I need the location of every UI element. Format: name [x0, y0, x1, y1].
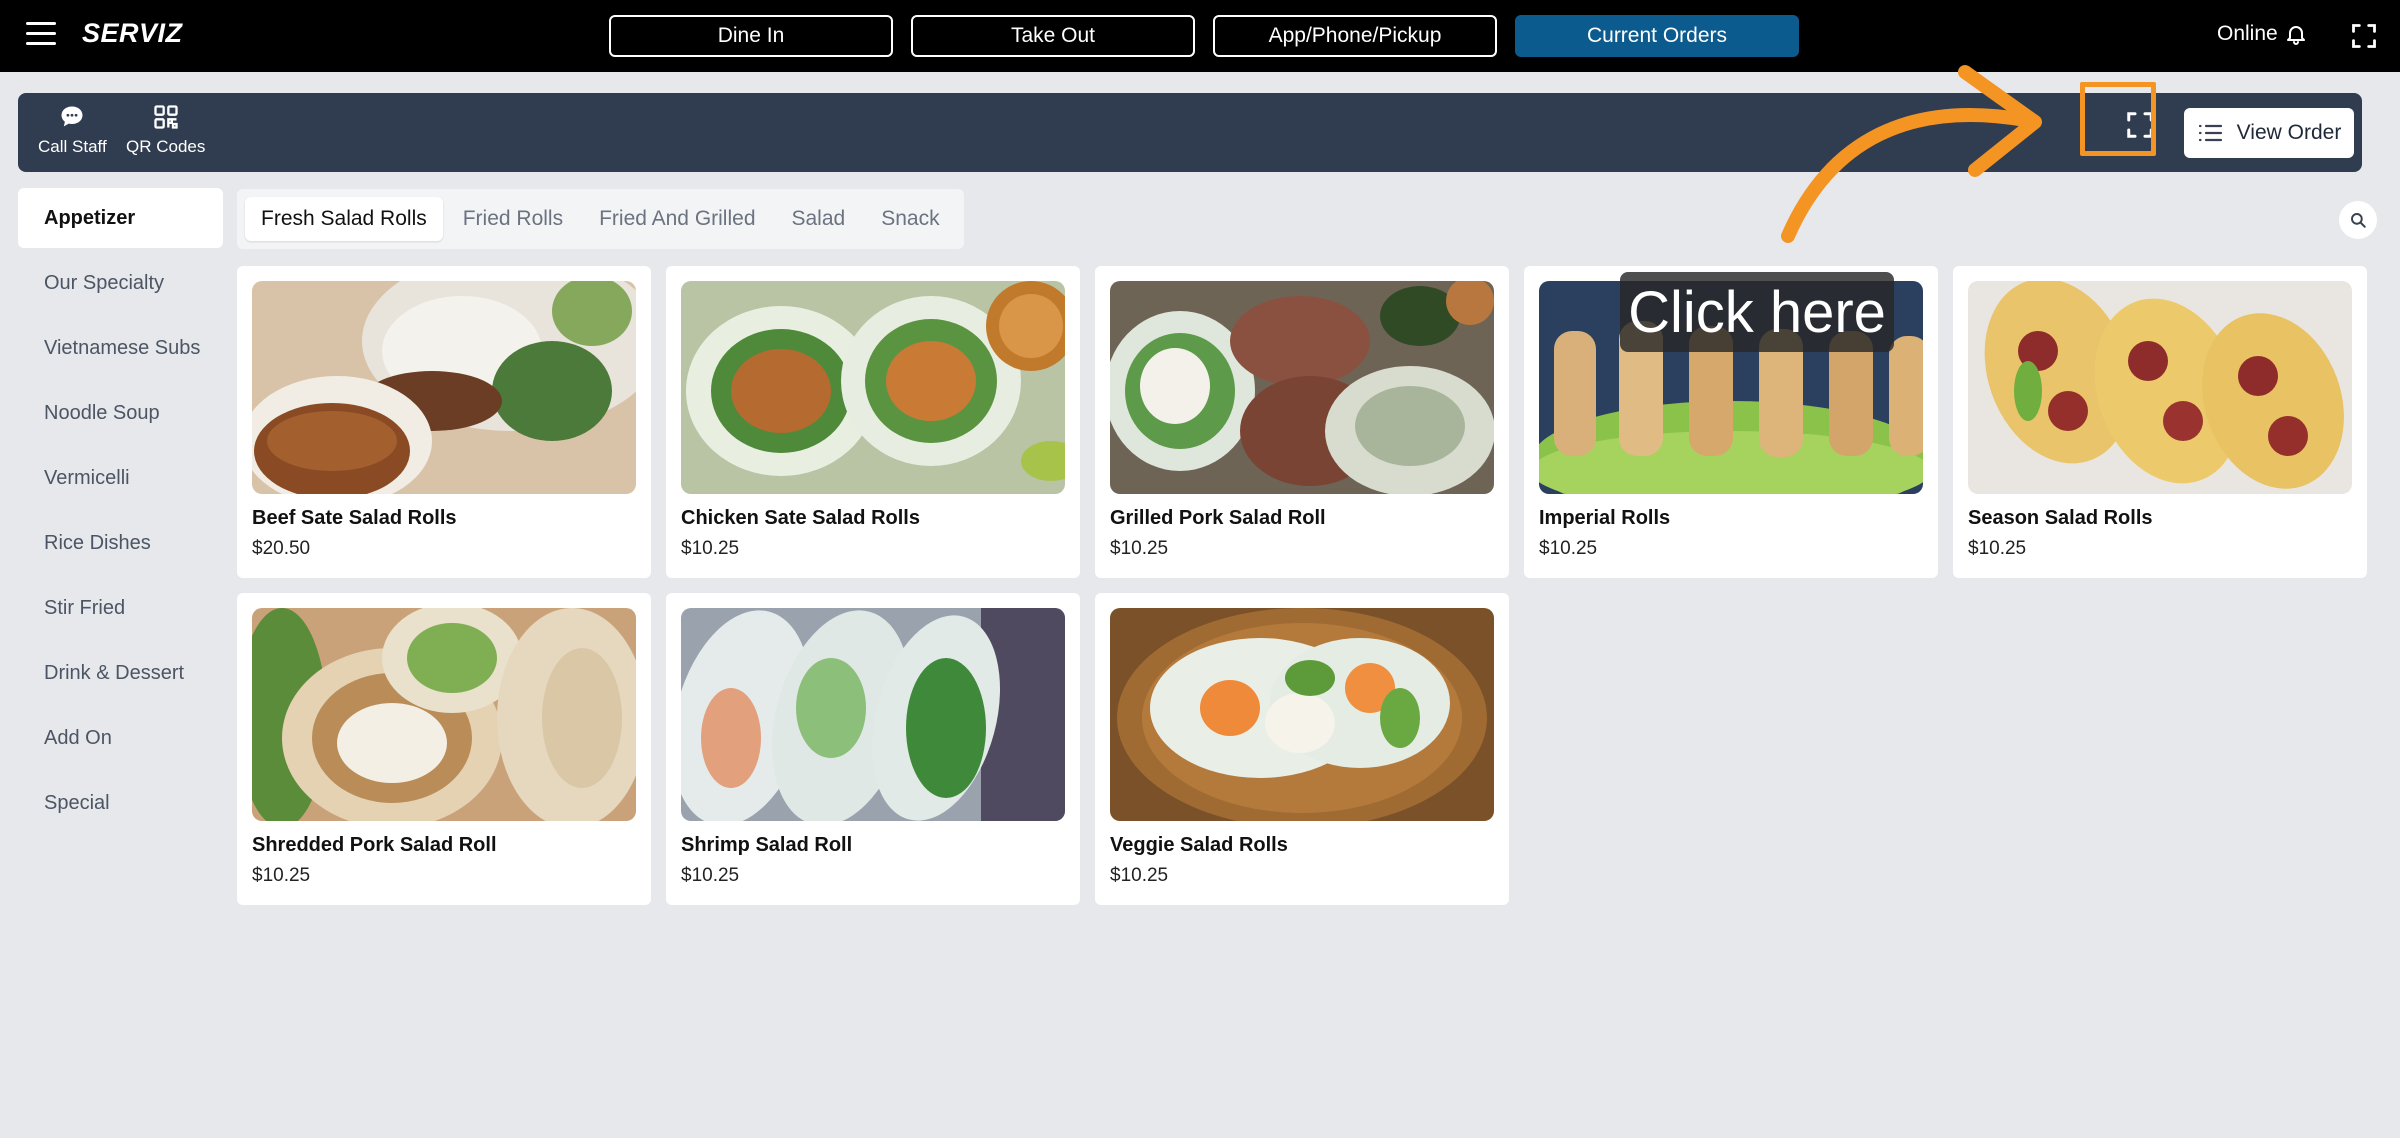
- category-sidebar: Appetizer Our Specialty Vietnamese Subs …: [18, 188, 223, 838]
- menu-item-name: Chicken Sate Salad Rolls: [681, 507, 920, 529]
- beef-sate-salad-rolls-photo: [252, 281, 636, 494]
- tab-salad[interactable]: Salad: [776, 197, 862, 241]
- tab-fresh-salad-rolls[interactable]: Fresh Salad Rolls: [245, 197, 443, 241]
- bell-icon: [2286, 26, 2305, 45]
- grilled-pork-salad-roll-photo: [1110, 281, 1494, 494]
- search-icon: [2351, 213, 2366, 228]
- menu-item-price: $10.25: [1539, 538, 1598, 559]
- list-icon: [2198, 124, 2222, 142]
- menu-item-card[interactable]: Beef Sate Salad Rolls $20.50: [237, 266, 651, 578]
- menu-item-price: $10.25: [681, 538, 740, 559]
- sidebar-item-vietnamese-subs[interactable]: Vietnamese Subs: [18, 318, 223, 378]
- menu-item-card[interactable]: Chicken Sate Salad Rolls $10.25: [666, 266, 1080, 578]
- menu-item-name: Season Salad Rolls: [1968, 507, 2153, 529]
- menu-item-name: Grilled Pork Salad Roll: [1110, 507, 1326, 529]
- menu-item-name: Imperial Rolls: [1539, 507, 1671, 529]
- menu-item-price: $10.25: [1968, 538, 2027, 559]
- tab-fried-and-grilled[interactable]: Fried And Grilled: [583, 197, 771, 241]
- menu-item-card[interactable]: Shredded Pork Salad Roll $10.25: [237, 593, 651, 905]
- call-staff-label: Call Staff: [38, 137, 107, 156]
- tab-fried-rolls[interactable]: Fried Rolls: [447, 197, 579, 241]
- view-order-label: View Order: [2236, 121, 2342, 144]
- menu-item-name: Shrimp Salad Roll: [681, 834, 853, 856]
- menu-icon[interactable]: [26, 22, 56, 48]
- qr-codes-button[interactable]: QR Codes: [126, 103, 205, 157]
- chat-bubble-icon: [61, 106, 83, 127]
- search-button[interactable]: [2339, 201, 2377, 239]
- chicken-sate-salad-rolls-photo: [681, 281, 1065, 494]
- menu-item-card[interactable]: Veggie Salad Rolls $10.25: [1095, 593, 1509, 905]
- menu-item-name: Shredded Pork Salad Roll: [252, 834, 497, 856]
- sidebar-item-rice-dishes[interactable]: Rice Dishes: [18, 513, 223, 573]
- app-phone-pickup-button[interactable]: App/Phone/Pickup: [1213, 15, 1497, 57]
- menu-item-price: $20.50: [252, 538, 311, 559]
- sidebar-item-appetizer[interactable]: Appetizer: [18, 188, 223, 248]
- shrimp-salad-roll-photo: [681, 608, 1065, 821]
- menu-item-name: Beef Sate Salad Rolls: [252, 507, 457, 529]
- online-status-label: Online: [2217, 22, 2278, 45]
- fullscreen-highlight-box: [2080, 82, 2156, 156]
- menu-item-price: $10.25: [252, 865, 311, 886]
- menu-item-price: $10.25: [681, 865, 740, 886]
- menu-item-price: $10.25: [1110, 865, 1169, 886]
- current-orders-button[interactable]: Current Orders: [1515, 15, 1799, 57]
- sidebar-item-noodle-soup[interactable]: Noodle Soup: [18, 383, 223, 443]
- tab-snack[interactable]: Snack: [865, 197, 955, 241]
- pointer-arrow: [1781, 65, 2042, 243]
- take-out-button[interactable]: Take Out: [911, 15, 1195, 57]
- menu-item-card[interactable]: Grilled Pork Salad Roll $10.25: [1095, 266, 1509, 578]
- order-type-tabs: Dine In Take Out App/Phone/Pickup Curren…: [609, 15, 1799, 57]
- menu-item-card[interactable]: Season Salad Rolls $10.25: [1953, 266, 2367, 578]
- sidebar-item-add-on[interactable]: Add On: [18, 708, 223, 768]
- veggie-salad-rolls-photo: [1110, 608, 1494, 821]
- menu-item-price: $10.25: [1110, 538, 1169, 559]
- season-salad-rolls-photo: [1968, 281, 2352, 494]
- click-here-label: Click here: [1620, 272, 1894, 352]
- sidebar-item-vermicelli[interactable]: Vermicelli: [18, 448, 223, 508]
- fullscreen-icon[interactable]: [2350, 22, 2378, 50]
- menu-item-card[interactable]: Shrimp Salad Roll $10.25: [666, 593, 1080, 905]
- shredded-pork-salad-roll-photo: [252, 608, 636, 821]
- subcategory-tabs: Fresh Salad Rolls Fried Rolls Fried And …: [237, 189, 964, 249]
- sidebar-item-drink-dessert[interactable]: Drink & Dessert: [18, 643, 223, 703]
- menu-item-name: Veggie Salad Rolls: [1110, 834, 1288, 856]
- qr-code-icon: [154, 105, 178, 129]
- sidebar-item-our-specialty[interactable]: Our Specialty: [18, 253, 223, 313]
- brand-logo: SERVIZ: [82, 18, 183, 48]
- sidebar-item-special[interactable]: Special: [18, 773, 223, 833]
- qr-codes-label: QR Codes: [126, 137, 206, 156]
- sidebar-item-stir-fried[interactable]: Stir Fried: [18, 578, 223, 638]
- view-order-button[interactable]: View Order: [2184, 108, 2354, 158]
- call-staff-button[interactable]: Call Staff: [38, 103, 107, 157]
- dine-in-button[interactable]: Dine In: [609, 15, 893, 57]
- online-status[interactable]: Online: [2217, 22, 2308, 46]
